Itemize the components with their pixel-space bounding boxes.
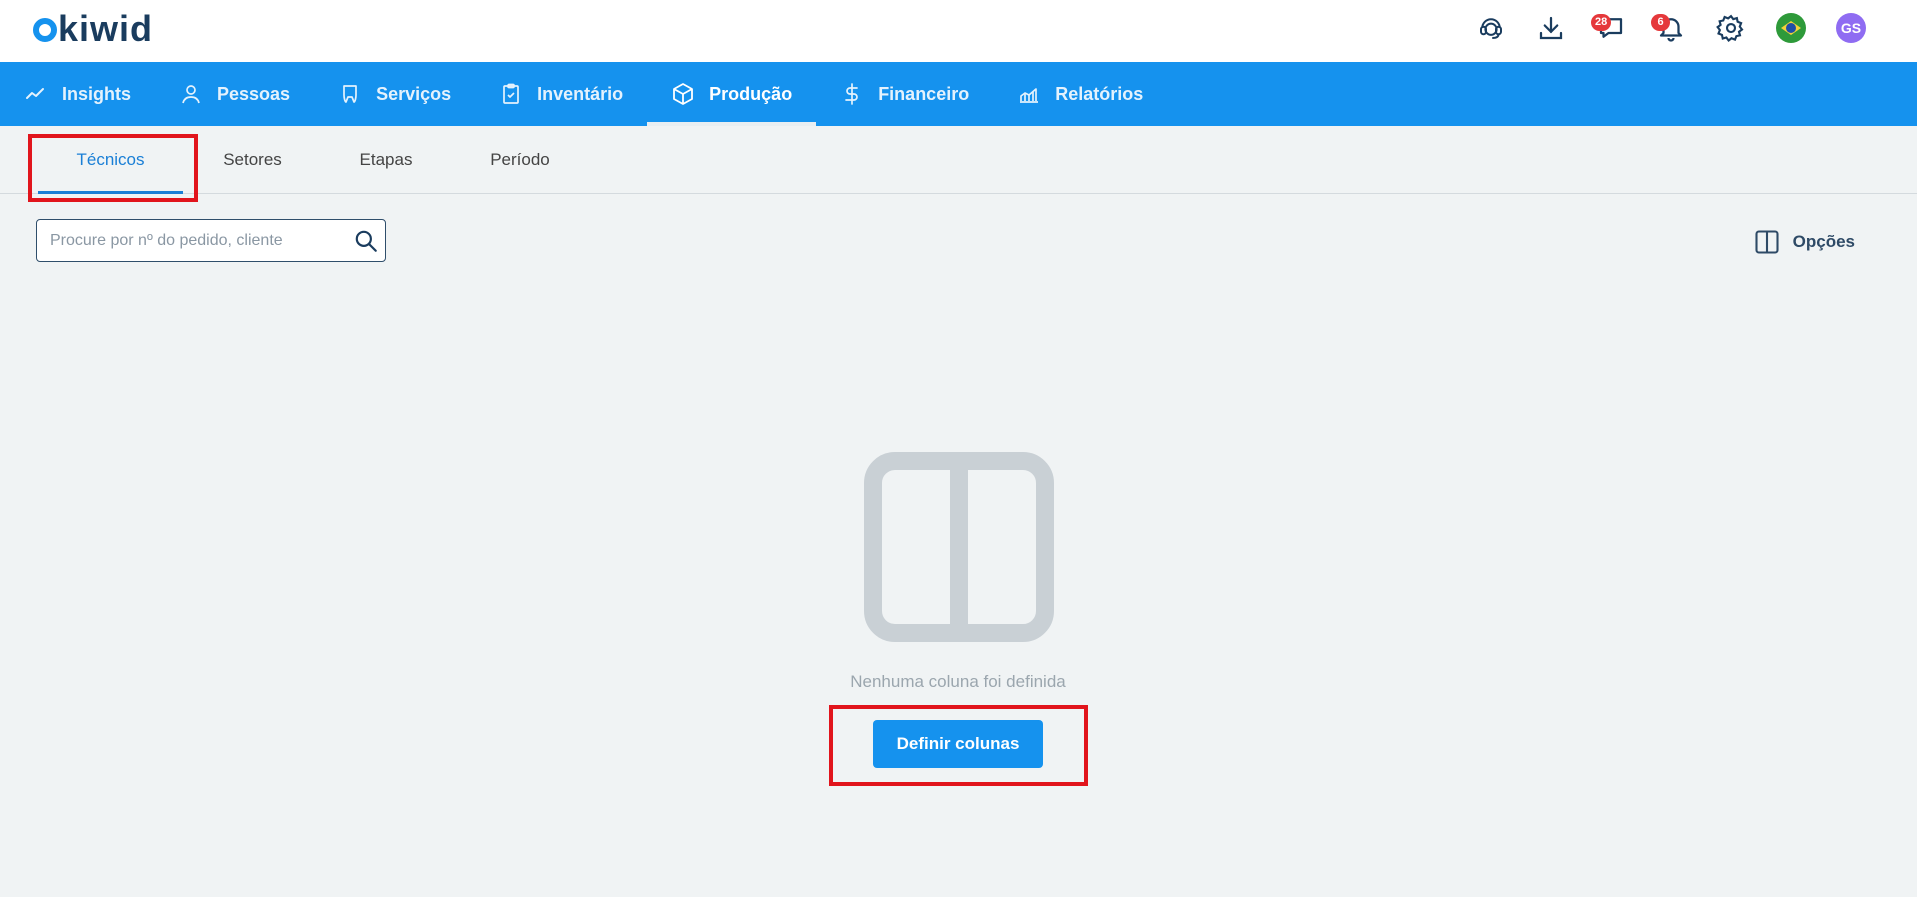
- nav-label: Inventário: [537, 83, 624, 104]
- svg-text:kiwid: kiwid: [58, 10, 153, 44]
- download-icon[interactable]: [1521, 10, 1581, 46]
- clipboard-icon: [503, 83, 519, 104]
- empty-state-message: Nenhuma coluna foi definida: [850, 672, 1066, 691]
- nav-label: Relatórios: [1055, 83, 1144, 104]
- columns-icon: [864, 452, 1054, 642]
- nav-label: Pessoas: [217, 83, 291, 104]
- headset-icon[interactable]: [1461, 10, 1521, 46]
- options-label: Opções: [1792, 232, 1855, 251]
- nav-item-financeiro[interactable]: Financeiro: [816, 62, 993, 126]
- nav-label: Produção: [709, 83, 793, 104]
- nav-item-inventario[interactable]: Inventário: [475, 62, 647, 126]
- bell-icon[interactable]: 6: [1641, 10, 1701, 46]
- top-header: kiwid 28 6 GS: [0, 0, 1917, 62]
- user-avatar-button[interactable]: GS: [1821, 10, 1881, 46]
- options-button[interactable]: Opções: [1753, 227, 1855, 257]
- columns-icon: [1755, 230, 1779, 254]
- chat-icon[interactable]: 28: [1581, 10, 1641, 46]
- nav-item-relatorios[interactable]: Relatórios: [993, 62, 1167, 126]
- search-box: [36, 219, 386, 262]
- box-icon: [673, 83, 694, 105]
- sub-tabs: Técnicos Setores Etapas Período: [0, 126, 1917, 194]
- nav-label: Financeiro: [878, 83, 970, 104]
- main-nav: Insights Pessoas Serviços Inventário Pro…: [0, 62, 1917, 126]
- tab-periodo[interactable]: Período: [465, 126, 575, 194]
- chat-badge: 28: [1591, 14, 1612, 31]
- brazil-flag-icon[interactable]: [1761, 10, 1821, 46]
- header-actions: 28 6 GS: [1461, 10, 1881, 46]
- search-icon[interactable]: [353, 228, 379, 254]
- nav-label: Insights: [62, 83, 132, 104]
- trend-icon: [26, 88, 44, 99]
- dollar-icon: [845, 83, 859, 105]
- search-input[interactable]: [50, 231, 340, 250]
- chart-icon: [1020, 88, 1039, 103]
- avatar: GS: [1836, 13, 1866, 43]
- kiwid-logo[interactable]: kiwid: [32, 10, 192, 44]
- nav-item-servicos[interactable]: Serviços: [314, 62, 475, 126]
- gear-icon[interactable]: [1701, 10, 1761, 46]
- nav-label: Serviços: [376, 83, 452, 104]
- tab-etapas[interactable]: Etapas: [335, 126, 437, 194]
- notification-badge: 6: [1651, 14, 1670, 31]
- nav-item-pessoas[interactable]: Pessoas: [155, 62, 314, 126]
- tab-tecnicos[interactable]: Técnicos: [38, 126, 183, 194]
- tab-setores[interactable]: Setores: [200, 126, 305, 194]
- language-flag: [1776, 13, 1806, 43]
- nav-item-producao[interactable]: Produção: [647, 62, 817, 126]
- nav-item-insights[interactable]: Insights: [0, 62, 155, 126]
- define-columns-button[interactable]: Definir colunas: [873, 720, 1043, 768]
- tooth-icon: [343, 85, 357, 103]
- person-icon: [182, 85, 200, 104]
